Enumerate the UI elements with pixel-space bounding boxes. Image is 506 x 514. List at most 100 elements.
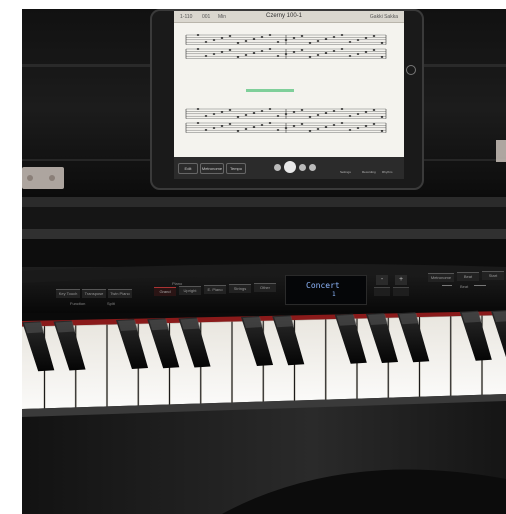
note: [220, 111, 224, 113]
note: [220, 37, 224, 39]
note: [356, 127, 360, 129]
note: [300, 109, 304, 111]
tempo-button[interactable]: Tempo: [226, 163, 246, 174]
note: [284, 53, 288, 55]
stop-icon[interactable]: [309, 164, 316, 171]
note: [316, 54, 320, 56]
note: [372, 109, 376, 111]
note: [228, 35, 232, 37]
rewind-icon[interactable]: [274, 164, 281, 171]
note: [260, 124, 264, 126]
fast-forward-icon[interactable]: [299, 164, 306, 171]
black-key-highlight: [367, 314, 389, 325]
note: [236, 56, 240, 58]
black-key-highlight: [336, 314, 357, 326]
header-right-item[interactable]: Gakki Sakka: [370, 14, 398, 20]
score-title: Czerny 100-1: [266, 13, 303, 19]
black-key-highlight: [55, 321, 76, 333]
sheet-music: [185, 34, 387, 133]
photo-frame: 1-110 001 Min Czerny 100-1 Gakki Sakka E…: [22, 9, 506, 514]
note: [324, 112, 328, 114]
note: [212, 53, 216, 55]
header-left-item[interactable]: Min: [218, 14, 226, 20]
note: [308, 130, 312, 132]
note: [244, 40, 248, 42]
note: [236, 42, 240, 44]
note: [196, 48, 200, 50]
play-icon[interactable]: [284, 161, 296, 173]
note: [268, 108, 272, 110]
note: [300, 49, 304, 51]
note: [316, 114, 320, 116]
note: [196, 122, 200, 124]
note: [380, 130, 384, 132]
note: [212, 113, 216, 115]
hinge-right: [496, 140, 506, 162]
tablet-screen: 1-110 001 Min Czerny 100-1 Gakki Sakka E…: [174, 11, 404, 179]
note: [252, 126, 256, 128]
note: [332, 50, 336, 52]
tablet-toolbar: Edit Metronome Tempo Settings Recording …: [174, 157, 404, 179]
black-key-highlight: [399, 313, 420, 325]
note: [260, 110, 264, 112]
note: [292, 125, 296, 127]
note: [228, 49, 232, 51]
black-key-highlight: [461, 311, 482, 323]
note: [292, 111, 296, 113]
note: [372, 123, 376, 125]
note: [356, 39, 360, 41]
recording-control[interactable]: Recording: [362, 170, 376, 174]
note: [324, 52, 328, 54]
black-key-highlight: [24, 322, 45, 334]
black-key-highlight: [242, 317, 264, 328]
note: [340, 48, 344, 50]
note: [292, 37, 296, 39]
note: [212, 39, 216, 41]
note: [300, 123, 304, 125]
note: [252, 112, 256, 114]
note: [308, 56, 312, 58]
note: [236, 116, 240, 118]
note: [236, 130, 240, 132]
header-left-item[interactable]: 1-110: [180, 14, 192, 20]
note: [260, 36, 264, 38]
control-panel: [22, 263, 506, 313]
note: [268, 122, 272, 124]
black-key-highlight: [274, 316, 295, 328]
note: [308, 116, 312, 118]
settings-control[interactable]: Settings: [340, 170, 351, 174]
metronome-button[interactable]: Metronome: [200, 163, 224, 174]
note: [372, 35, 376, 37]
note: [364, 125, 368, 127]
note: [292, 51, 296, 53]
note: [356, 113, 360, 115]
note: [364, 37, 368, 39]
note: [324, 38, 328, 40]
note: [268, 34, 272, 36]
note: [380, 56, 384, 58]
black-key-highlight: [149, 319, 170, 331]
note: [284, 127, 288, 129]
note: [276, 55, 280, 57]
header-left-item[interactable]: 001: [202, 14, 210, 20]
note: [244, 114, 248, 116]
black-key-highlight: [117, 320, 139, 331]
note: [196, 34, 200, 36]
edit-button[interactable]: Edit: [178, 163, 198, 174]
note: [340, 122, 344, 124]
rhythm-control[interactable]: Rhythm: [382, 170, 392, 174]
note: [220, 51, 224, 53]
note: [348, 55, 352, 57]
note: [276, 115, 280, 117]
note: [348, 41, 352, 43]
home-button-icon[interactable]: [406, 65, 416, 75]
tablet-device: 1-110 001 Min Czerny 100-1 Gakki Sakka E…: [150, 9, 424, 190]
note: [348, 129, 352, 131]
note: [380, 116, 384, 118]
note: [332, 110, 336, 112]
note: [252, 38, 256, 40]
note: [268, 48, 272, 50]
note: [252, 52, 256, 54]
note: [332, 124, 336, 126]
note: [356, 53, 360, 55]
